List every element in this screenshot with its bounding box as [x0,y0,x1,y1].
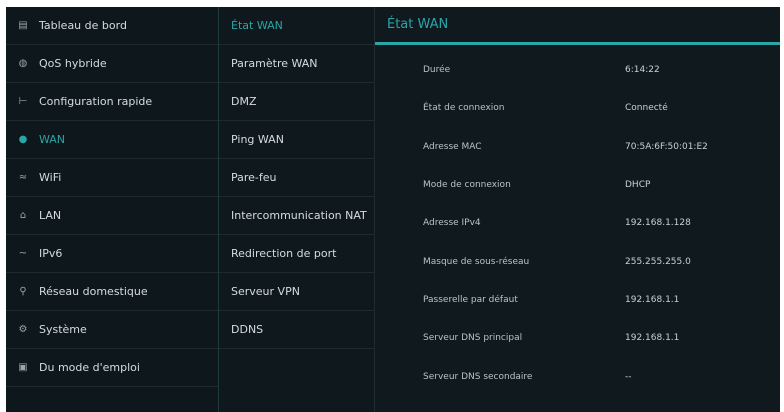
info-label: Passerelle par défaut [423,294,518,305]
info-label: Serveur DNS principal [423,333,523,344]
submenu-item[interactable]: Paramètre WAN [219,45,374,83]
sidebar-item-configuration-rapide[interactable]: ⊢ Configuration rapide [6,83,218,121]
sidebar-item-wan[interactable]: ● WAN [6,121,218,159]
sidebar-item-label: LAN [39,209,62,222]
submenu-item[interactable]: DMZ [219,83,374,121]
sidebar-item-label: IPv6 [39,247,63,260]
page-title: État WAN [375,7,780,45]
wan-submenu: État WAN Paramètre WAN DMZ Ping WAN Pare-feu… [219,7,375,412]
content-area: État WAN Durée 6:14:22 État de connexion Co… [375,7,780,412]
info-label: Mode de connexion [423,180,511,191]
wifi-icon: ≈ [18,172,28,183]
sidebar-item-label: WiFi [39,171,62,184]
info-label: Adresse IPv4 [423,218,481,229]
info-label: Serveur DNS secondaire [423,371,533,382]
sidebar-item-label: Du mode d'emploi [39,361,140,374]
info-row: Mode de connexion DHCP [375,166,780,204]
sidebar-item-label: Tableau de bord [39,19,127,32]
sidebar-item-label: WAN [39,133,66,146]
home-network-icon: ⚲ [19,286,27,297]
sidebar-item-wifi[interactable]: ≈ WiFi [6,159,218,197]
info-row: Adresse MAC 70:5A:6F:50:01:E2 [375,128,780,166]
qos-icon: ◍ [18,58,28,69]
info-row: État de connexion Connecté [375,89,780,127]
submenu-item[interactable]: État WAN [219,7,374,45]
sidebar-item-label: QoS hybride [39,57,107,70]
manual-icon: ▣ [18,362,28,373]
quick-setup-icon: ⊢ [18,96,28,107]
submenu-item[interactable]: Redirection de port [219,235,374,273]
sidebar-item-label: Configuration rapide [39,95,153,108]
info-label: Adresse MAC [423,141,482,152]
sidebar-item-label: Réseau domestique [39,285,148,298]
info-value: 192.168.1.1 [625,333,680,344]
dashboard-icon: ▤ [18,20,28,31]
info-value: 255.255.255.0 [625,256,691,267]
router-panel: ▤ Tableau de bord ◍ QoS hybride ⊢ Configurati… [6,7,780,412]
info-row: Serveur DNS principal 192.168.1.1 [375,319,780,357]
sidebar: ▤ Tableau de bord ◍ QoS hybride ⊢ Configurati… [6,7,219,412]
info-row: Serveur DNS secondaire -- [375,357,780,395]
info-row: Passerelle par défaut 192.168.1.1 [375,281,780,319]
info-row: Masque de sous-réseau 255.255.255.0 [375,242,780,280]
sidebar-item-syst-me[interactable]: ⚙ Système [6,311,218,349]
info-row: Adresse IPv4 192.168.1.128 [375,204,780,242]
submenu-item[interactable]: Intercommunication NAT [219,197,374,235]
info-value: -- [625,371,632,382]
info-value: Connecté [625,103,668,114]
info-label: État de connexion [423,103,505,114]
sidebar-item-du-mode-d-emploi[interactable]: ▣ Du mode d'emploi [6,349,218,387]
sidebar-item-label: Système [39,323,87,336]
system-icon: ⚙ [18,324,28,335]
sidebar-item-ipv6[interactable]: ~ IPv6 [6,235,218,273]
sidebar-item-r-seau-domestique[interactable]: ⚲ Réseau domestique [6,273,218,311]
info-value: 192.168.1.1 [625,294,680,305]
info-row: Durée 6:14:22 [375,51,780,89]
lan-icon: ⌂ [19,210,27,221]
submenu-item[interactable]: Serveur VPN [219,273,374,311]
submenu-item[interactable]: Pare-feu [219,159,374,197]
sidebar-item-qos-hybride[interactable]: ◍ QoS hybride [6,45,218,83]
info-value: 70:5A:6F:50:01:E2 [625,141,708,152]
info-label: Masque de sous-réseau [423,256,530,267]
wan-info-list: Durée 6:14:22 État de connexion Connecté Adr… [375,45,780,396]
info-value: 192.168.1.128 [625,218,691,229]
info-value: 6:14:22 [625,65,660,76]
submenu-item[interactable]: DDNS [219,311,374,349]
globe-icon: ● [18,134,28,145]
info-value: DHCP [625,180,651,191]
sidebar-item-tableau-de-bord[interactable]: ▤ Tableau de bord [6,7,218,45]
sidebar-item-lan[interactable]: ⌂ LAN [6,197,218,235]
ipv6-icon: ~ [18,248,28,259]
submenu-item[interactable]: Ping WAN [219,121,374,159]
info-label: Durée [423,65,451,76]
